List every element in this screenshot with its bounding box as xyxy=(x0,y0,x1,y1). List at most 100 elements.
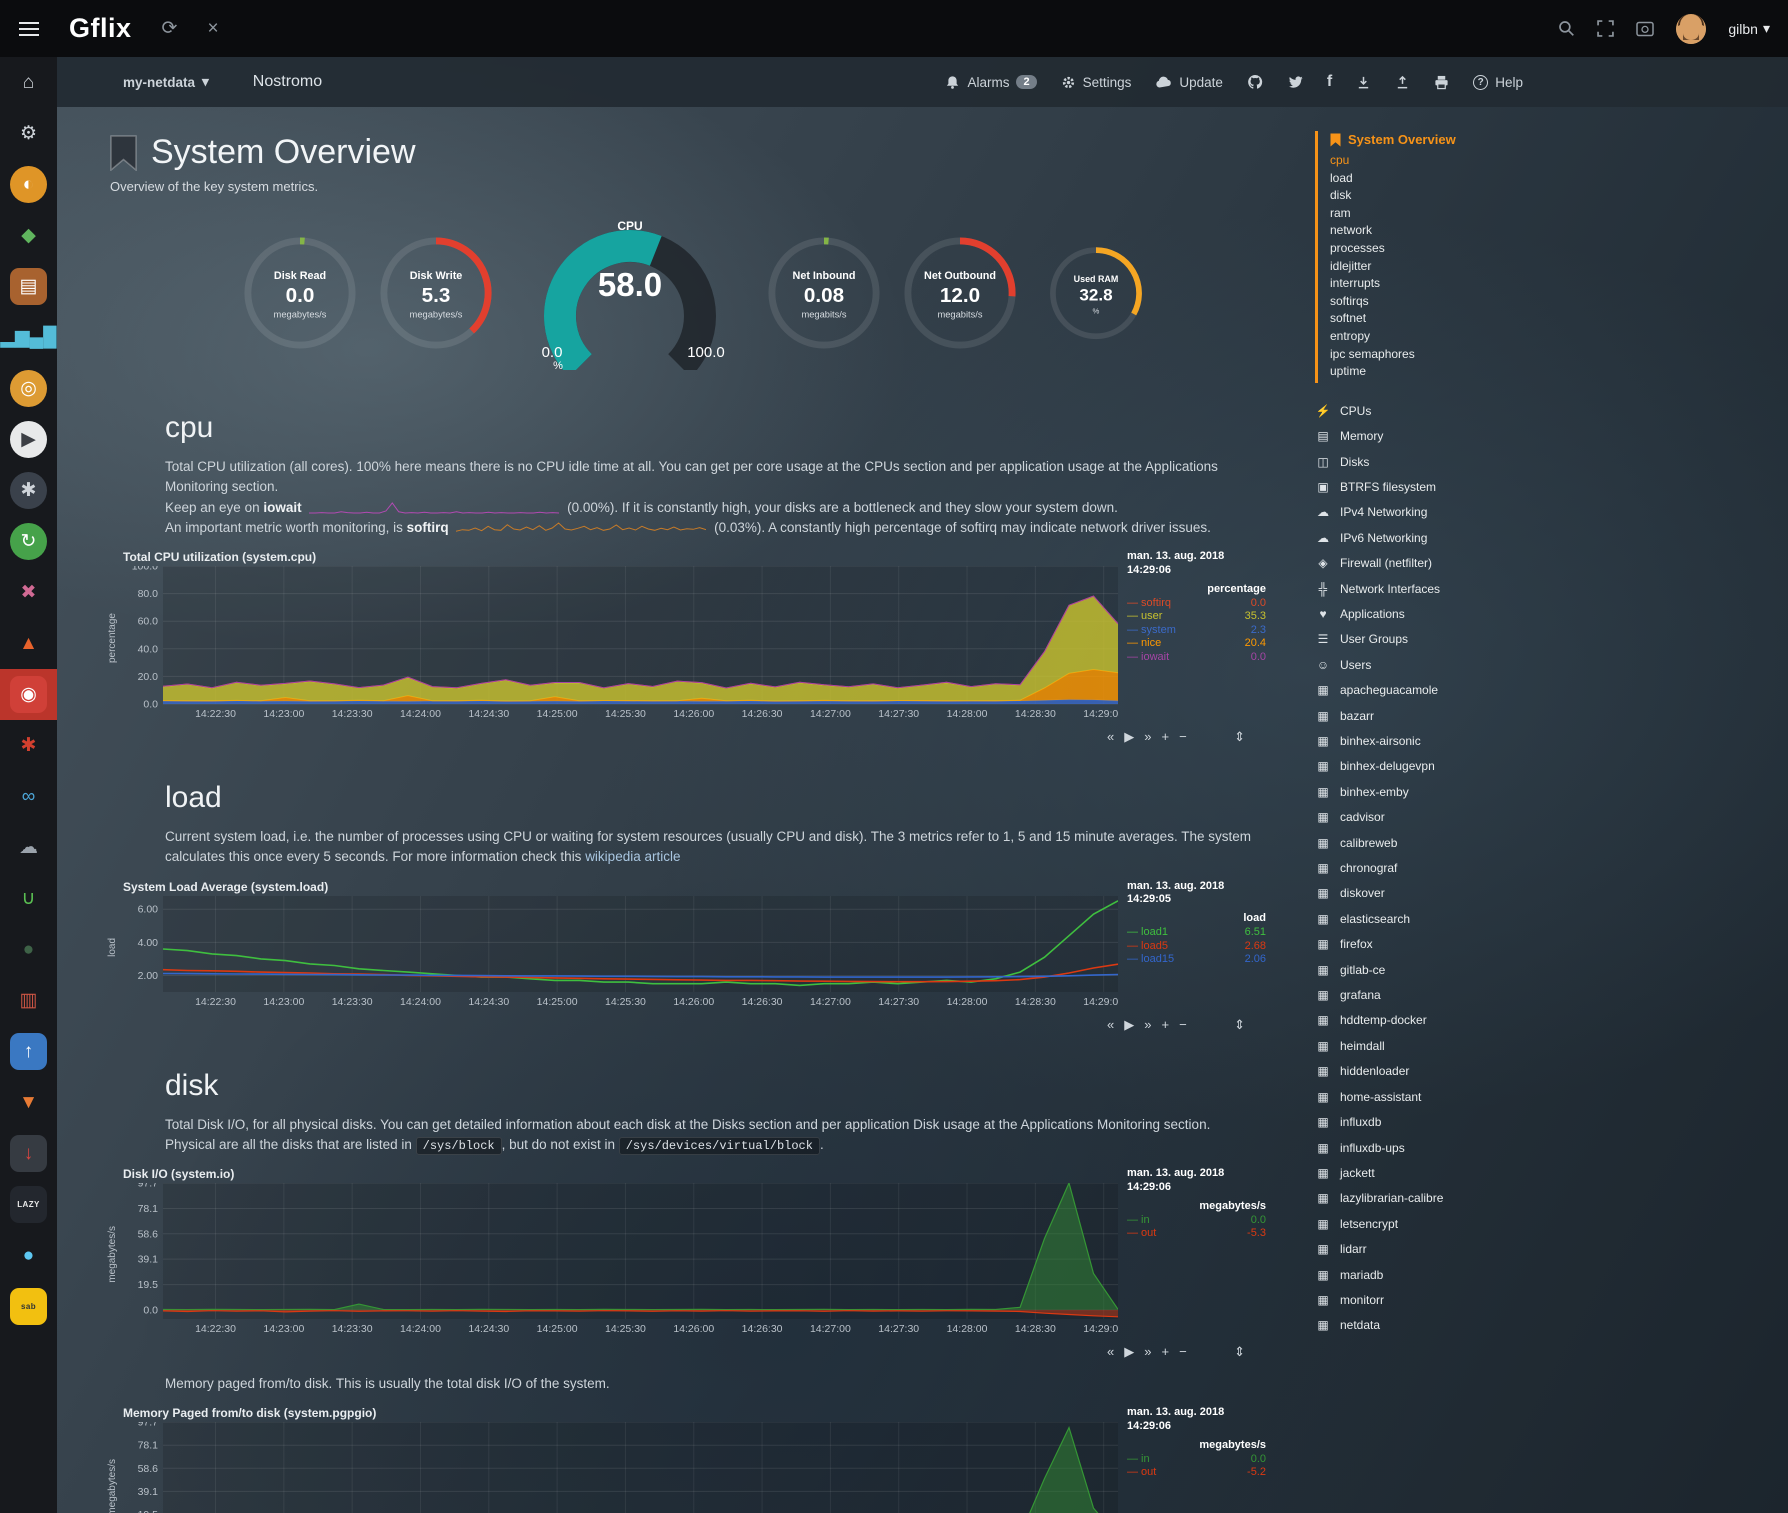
menu-app-apacheguacamole[interactable]: ▦apacheguacamole xyxy=(1315,678,1565,703)
gauge-used-ram[interactable]: Used RAM32.8% xyxy=(1041,244,1151,346)
app-icon-pink-ribbon[interactable]: ✖ xyxy=(0,567,57,618)
menu-section-memory[interactable]: ▤Memory xyxy=(1315,424,1565,449)
menu-app-firefox[interactable]: ▦firefox xyxy=(1315,932,1565,957)
app-icon-green-refresh[interactable]: ↻ xyxy=(0,516,57,567)
toolbox-resize-icon[interactable]: ⇕ xyxy=(1234,1017,1245,1033)
menu-item-uptime[interactable]: uptime xyxy=(1330,363,1565,381)
app-icon-home[interactable]: ⌂ xyxy=(0,57,57,108)
menu-system-overview[interactable]: System Overview xyxy=(1330,132,1565,147)
fullscreen-icon[interactable] xyxy=(1597,20,1614,37)
toolbox-play-icon[interactable]: ▶ xyxy=(1124,1344,1134,1360)
app-icon-flame[interactable]: ▲ xyxy=(0,618,57,669)
menu-app-elasticsearch[interactable]: ▦elasticsearch xyxy=(1315,907,1565,932)
menu-app-home-assistant[interactable]: ▦home-assistant xyxy=(1315,1085,1565,1110)
settings-button[interactable]: Settings xyxy=(1061,75,1132,90)
chart-plot-area[interactable]: 100.080.060.040.020.00.014:22:3014:23:00… xyxy=(123,566,1118,722)
legend-item-in[interactable]: — in0.0 xyxy=(1127,1214,1266,1228)
menu-app-influxdb-ups[interactable]: ▦influxdb-ups xyxy=(1315,1136,1565,1161)
toolbox-zoom-out-icon[interactable]: − xyxy=(1179,1017,1187,1033)
menu-section-users[interactable]: ☺Users xyxy=(1315,653,1565,678)
menu-item-ipc-semaphores[interactable]: ipc semaphores xyxy=(1330,346,1565,364)
chart-load[interactable]: loadSystem Load Average (system.load)6.0… xyxy=(107,880,1337,1033)
menu-app-chronograf[interactable]: ▦chronograf xyxy=(1315,856,1565,881)
wikipedia-link[interactable]: wikipedia article xyxy=(585,849,680,864)
chart-plot-area[interactable]: 97.778.158.639.119.50.014:22:3014:23:001… xyxy=(123,1422,1118,1513)
menu-section-cpus[interactable]: ⚡CPUs xyxy=(1315,399,1565,424)
gauge-net-inbound[interactable]: Net Inbound0.08megabits/s xyxy=(764,234,884,357)
menu-section-disks[interactable]: ◫Disks xyxy=(1315,450,1565,475)
menu-item-softirqs[interactable]: softirqs xyxy=(1330,293,1565,311)
legend-item-load5[interactable]: — load52.68 xyxy=(1127,940,1266,954)
menu-item-entropy[interactable]: entropy xyxy=(1330,328,1565,346)
menu-item-idlejitter[interactable]: idlejitter xyxy=(1330,258,1565,276)
menu-section-network-interfaces[interactable]: ╬Network Interfaces xyxy=(1315,577,1565,602)
menu-app-grafana[interactable]: ▦grafana xyxy=(1315,983,1565,1008)
app-icon-green-u[interactable]: ∪ xyxy=(0,873,57,924)
menu-app-influxdb[interactable]: ▦influxdb xyxy=(1315,1110,1565,1135)
menu-app-binhex-delugevpn[interactable]: ▦binhex-delugevpn xyxy=(1315,754,1565,779)
chart-memory-paged[interactable]: megabytes/sMemory Paged from/to disk (sy… xyxy=(107,1406,1337,1513)
close-icon[interactable]: × xyxy=(207,18,218,40)
chart-disk-io[interactable]: megabytes/sDisk I/O (system.io)97.778.15… xyxy=(107,1167,1337,1360)
twitter-button[interactable] xyxy=(1287,75,1303,89)
host-dropdown[interactable]: my-netdata ▾ xyxy=(123,74,209,90)
legend-item-system[interactable]: — system2.3 xyxy=(1127,624,1266,638)
update-button[interactable]: Update xyxy=(1155,75,1223,90)
toolbox-forward-icon[interactable]: » xyxy=(1144,1017,1151,1033)
menu-app-gitlab-ce[interactable]: ▦gitlab-ce xyxy=(1315,958,1565,983)
menu-app-binhex-airsonic[interactable]: ▦binhex-airsonic xyxy=(1315,729,1565,754)
app-icon-ombi[interactable]: ◐ xyxy=(0,159,57,210)
toolbox-forward-icon[interactable]: » xyxy=(1144,729,1151,745)
menu-app-letsencrypt[interactable]: ▦letsencrypt xyxy=(1315,1212,1565,1237)
menu-app-calibreweb[interactable]: ▦calibreweb xyxy=(1315,831,1565,856)
app-icon-dark-leaf[interactable]: ● xyxy=(0,924,57,975)
menu-app-jackett[interactable]: ▦jackett xyxy=(1315,1161,1565,1186)
app-icon-window-up[interactable]: ↑ xyxy=(0,1026,57,1077)
toolbox-zoom-in-icon[interactable]: + xyxy=(1161,1344,1169,1360)
avatar[interactable] xyxy=(1676,14,1706,44)
gauge-net-outbound[interactable]: Net Outbound12.0megabits/s xyxy=(900,234,1020,357)
menu-item-load[interactable]: load xyxy=(1330,170,1565,188)
menu-section-firewall-netfilter-[interactable]: ◈Firewall (netfilter) xyxy=(1315,551,1565,576)
toolbox-zoom-out-icon[interactable]: − xyxy=(1179,729,1187,745)
menu-item-ram[interactable]: ram xyxy=(1330,205,1565,223)
app-icon-red-flower[interactable]: ✱ xyxy=(0,720,57,771)
refresh-icon[interactable]: ⟳ xyxy=(162,17,178,40)
menu-app-mariadb[interactable]: ▦mariadb xyxy=(1315,1263,1565,1288)
app-icon-crate[interactable]: ▤ xyxy=(0,261,57,312)
app-icon-striped-bars[interactable]: ▥ xyxy=(0,975,57,1026)
app-icon-green-diamond[interactable]: ◆ xyxy=(0,210,57,261)
menu-app-cadvisor[interactable]: ▦cadvisor xyxy=(1315,805,1565,830)
legend-item-iowait[interactable]: — iowait0.0 xyxy=(1127,651,1266,665)
menu-section-user-groups[interactable]: ☰User Groups xyxy=(1315,627,1565,652)
menu-app-hddtemp-docker[interactable]: ▦hddtemp-docker xyxy=(1315,1008,1565,1033)
menu-app-bazarr[interactable]: ▦bazarr xyxy=(1315,704,1565,729)
toolbox-zoom-out-icon[interactable]: − xyxy=(1179,1344,1187,1360)
facebook-button[interactable]: f xyxy=(1327,73,1332,91)
app-icon-sabnzbd[interactable]: sab xyxy=(0,1281,57,1332)
help-button[interactable]: ? Help xyxy=(1473,75,1523,90)
toolbox-rewind-icon[interactable]: « xyxy=(1107,1017,1114,1033)
tab-reload-icon[interactable] xyxy=(1636,21,1654,37)
legend-item-nice[interactable]: — nice20.4 xyxy=(1127,637,1266,651)
app-icon-blue-drop[interactable]: ● xyxy=(0,1230,57,1281)
toolbox-resize-icon[interactable]: ⇕ xyxy=(1234,729,1245,745)
gauge-disk-read[interactable]: Disk Read0.0megabytes/s xyxy=(240,234,360,357)
menu-item-processes[interactable]: processes xyxy=(1330,240,1565,258)
chart-plot-area[interactable]: 6.004.002.0014:22:3014:23:0014:23:3014:2… xyxy=(123,896,1118,1010)
legend-item-softirq[interactable]: — softirq0.0 xyxy=(1127,597,1266,611)
gauge-cpu[interactable]: CPU58.00.0100.0% xyxy=(522,216,738,375)
menu-item-network[interactable]: network xyxy=(1330,222,1565,240)
chart-cpu[interactable]: percentageTotal CPU utilization (system.… xyxy=(107,550,1337,745)
app-icon-jellyfish[interactable]: ☁ xyxy=(0,822,57,873)
toolbox-forward-icon[interactable]: » xyxy=(1144,1344,1151,1360)
toolbox-rewind-icon[interactable]: « xyxy=(1107,729,1114,745)
legend-item-in[interactable]: — in0.0 xyxy=(1127,1453,1266,1467)
legend-item-load15[interactable]: — load152.06 xyxy=(1127,953,1266,967)
menu-item-cpu[interactable]: cpu xyxy=(1330,152,1565,170)
user-menu[interactable]: gilbn ▾ xyxy=(1728,20,1770,37)
legend-item-load1[interactable]: — load16.51 xyxy=(1127,926,1266,940)
menu-item-interrupts[interactable]: interrupts xyxy=(1330,275,1565,293)
app-icon-soundwave[interactable]: ▂▆▄█ xyxy=(0,312,57,363)
chart-plot-area[interactable]: 97.778.158.639.119.50.014:22:3014:23:001… xyxy=(123,1183,1118,1337)
